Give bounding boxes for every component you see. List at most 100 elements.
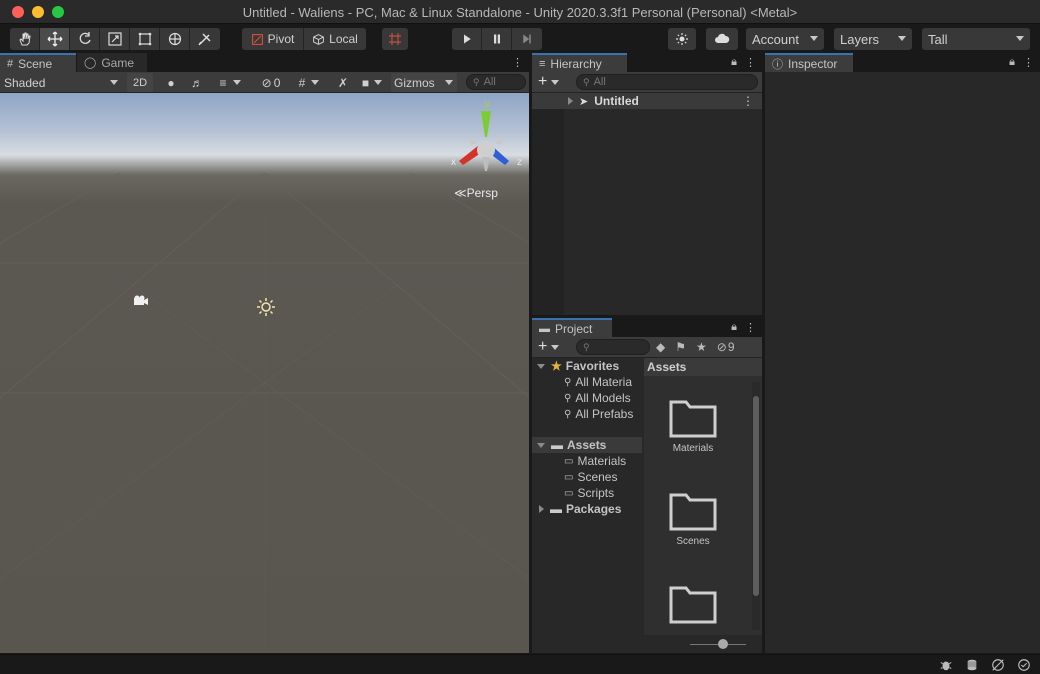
hierarchy-search-input[interactable]: ⚲ All [576, 74, 758, 90]
more-options-icon[interactable]: ⋮ [742, 94, 754, 108]
icon-size-slider-handle[interactable] [718, 639, 728, 649]
search-icon: ⚲ [564, 408, 572, 420]
camera-dropdown[interactable]: ■ [357, 73, 387, 92]
mode-2d-toggle[interactable]: 2D [127, 73, 153, 92]
folder-icon [669, 493, 717, 531]
tab-game[interactable]: ◯ Game [77, 53, 147, 72]
scale-tool-button[interactable] [100, 28, 130, 50]
gizmo-neg-x-axis[interactable] [495, 137, 503, 145]
tab-scene[interactable]: # Scene [0, 53, 76, 72]
scrollbar-thumb[interactable] [753, 396, 759, 596]
hidden-packages-toggle[interactable]: ⊘ 9 [717, 340, 735, 354]
tab-hierarchy[interactable]: ≡ Hierarchy [532, 53, 627, 72]
tab-inspector[interactable]: ⓘ Inspector [765, 53, 853, 72]
transform-tool-button[interactable] [160, 28, 190, 50]
project-search-input[interactable]: ⚲ [576, 339, 650, 355]
lock-icon[interactable]: 🔒︎ [1009, 56, 1015, 69]
effects-dropdown[interactable]: ≡ [212, 73, 248, 92]
more-options-icon[interactable]: ⋮ [745, 321, 756, 334]
plus-icon: + [538, 338, 548, 355]
audio-toggle[interactable]: ♬ [186, 73, 208, 92]
tree-folder-item[interactable]: ▭ Scenes [532, 469, 642, 485]
project-tabstrip: ▬ Project 🔒︎ ⋮ [532, 318, 762, 337]
favorite-star-icon[interactable]: ★ [696, 340, 707, 354]
tree-favorites[interactable]: ★ Favorites [532, 358, 642, 374]
local-toggle[interactable]: Local [304, 28, 366, 50]
foldout-arrow-icon[interactable] [537, 442, 545, 448]
folder-label: Materials [577, 454, 627, 468]
foldout-arrow-icon[interactable] [539, 505, 544, 513]
account-dropdown[interactable]: Account [746, 28, 824, 50]
create-asset-dropdown[interactable]: + [538, 338, 560, 356]
assets-scrollbar[interactable] [752, 382, 760, 630]
chevron-down-icon [110, 80, 118, 85]
debug-icon[interactable] [938, 657, 954, 673]
account-label: Account [752, 31, 799, 47]
chevron-down-icon [551, 79, 560, 85]
more-options-icon[interactable]: ⋮ [745, 56, 756, 69]
filter-by-type-icon[interactable]: ◆ [656, 340, 665, 354]
custom-tool-button[interactable] [190, 28, 220, 50]
tab-project[interactable]: ▬ Project [532, 318, 612, 337]
collab-button[interactable] [668, 28, 696, 50]
filter-by-label-icon[interactable]: ⚑ [675, 340, 686, 354]
more-options-icon[interactable]: ⋮ [1023, 56, 1034, 69]
hidden-packages-count: 9 [727, 340, 735, 354]
layout-dropdown[interactable]: Tall [922, 28, 1030, 50]
play-button[interactable] [452, 28, 482, 50]
editor-tools-toggle[interactable]: ✗ [332, 73, 354, 92]
asset-folder-tile[interactable] [648, 582, 738, 629]
gizmo-neg-z-axis[interactable] [469, 137, 477, 145]
database-icon[interactable] [964, 657, 980, 673]
tree-favorite-item[interactable]: ⚲ All Models [532, 390, 642, 406]
asset-folder-tile[interactable]: Scenes [648, 489, 738, 547]
layers-dropdown[interactable]: Layers [834, 28, 912, 50]
tab-hierarchy-label: Hierarchy [550, 56, 602, 71]
pause-button[interactable] [482, 28, 512, 50]
eye-hidden-icon: ⊘ [716, 340, 727, 354]
lock-icon[interactable]: 🔒︎ [731, 56, 737, 69]
step-icon [523, 34, 531, 44]
scene-viewport[interactable]: y x z ≪Persp [0, 93, 529, 653]
checkmark-icon[interactable] [1016, 657, 1032, 673]
network-icon[interactable] [990, 657, 1006, 673]
hand-tool-button[interactable] [10, 28, 40, 50]
rotate-tool-button[interactable] [70, 28, 100, 50]
local-cube-icon [313, 33, 324, 45]
gizmo-y-axis[interactable] [481, 111, 491, 137]
gizmos-dropdown[interactable]: Gizmos [391, 73, 457, 92]
gizmo-center[interactable] [477, 141, 495, 159]
scene-search-input[interactable]: ⚲ All [466, 74, 526, 90]
tree-folder-item[interactable]: ▭ Materials [532, 453, 642, 469]
lock-icon[interactable]: 🔒︎ [731, 321, 737, 334]
shading-mode-dropdown[interactable]: Shaded [4, 73, 122, 92]
tree-favorite-item[interactable]: ⚲ All Materia [532, 374, 642, 390]
tab-project-label: Project [555, 321, 593, 336]
foldout-arrow-icon[interactable] [537, 363, 545, 369]
pivot-toggle[interactable]: Pivot [242, 28, 304, 50]
camera-gizmo-icon[interactable] [132, 295, 150, 307]
grid-snap-button[interactable] [382, 28, 408, 50]
projection-toggle[interactable]: ≪Persp [454, 186, 498, 200]
move-tool-button[interactable] [40, 28, 70, 50]
tree-favorite-item[interactable]: ⚲ All Prefabs [532, 406, 642, 422]
foldout-arrow-icon[interactable] [568, 97, 573, 105]
tree-folder-item[interactable]: ▭ Scripts [532, 485, 642, 501]
directional-light-icon[interactable] [256, 297, 276, 317]
rect-tool-button[interactable] [130, 28, 160, 50]
gizmo-neg-y-axis[interactable] [482, 157, 490, 171]
more-options-icon[interactable]: ⋮ [512, 56, 523, 69]
unity-scene-icon: ➤ [579, 95, 589, 108]
asset-folder-tile[interactable]: Materials [648, 396, 738, 454]
tree-assets[interactable]: ▬ Assets [532, 437, 642, 453]
hierarchy-scene-row[interactable]: ➤ Untitled ⋮ [532, 93, 762, 109]
lighting-toggle[interactable]: ● [160, 73, 182, 92]
step-button[interactable] [512, 28, 542, 50]
chevron-down-icon [311, 80, 320, 85]
grid-dropdown[interactable]: # [290, 73, 328, 92]
scene-visibility-toggle[interactable]: ⊘ 0 [256, 73, 286, 92]
create-dropdown[interactable]: + [538, 73, 560, 91]
tree-packages[interactable]: ▬ Packages [532, 501, 642, 517]
cloud-button[interactable] [706, 28, 738, 50]
chevron-down-icon [551, 344, 560, 350]
